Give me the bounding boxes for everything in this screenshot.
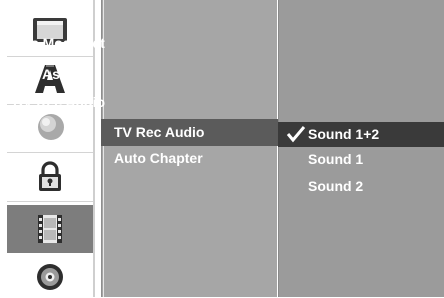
checkmark-icon: [286, 126, 306, 143]
category-recording[interactable]: [7, 205, 93, 253]
film-recording-icon: [38, 215, 62, 243]
submenu-option-sound-1[interactable]: Sound 1: [308, 147, 363, 171]
audio-speaker-icon: [38, 114, 64, 140]
category-disc[interactable]: [7, 256, 93, 298]
setup-menu-screen: Rec Mode Set Rec Aspect DV Rec Audio TV …: [0, 0, 444, 297]
menu-item-rec-aspect[interactable]: Rec Aspect: [13, 62, 89, 86]
menu-item-auto-chapter[interactable]: Auto Chapter: [114, 146, 203, 170]
menu-item-dv-rec-audio[interactable]: DV Rec Audio: [13, 90, 105, 114]
category-lock[interactable]: [7, 156, 93, 198]
menu-item-tv-rec-audio[interactable]: TV Rec Audio: [114, 120, 205, 144]
submenu-option-sound-2[interactable]: Sound 2: [308, 174, 363, 198]
submenu-option-sound-1-2[interactable]: Sound 1+2: [308, 122, 379, 146]
disc-icon: [37, 264, 63, 290]
menu-item-rec-mode-set[interactable]: Rec Mode Set: [13, 31, 105, 55]
lock-icon: [39, 161, 61, 191]
